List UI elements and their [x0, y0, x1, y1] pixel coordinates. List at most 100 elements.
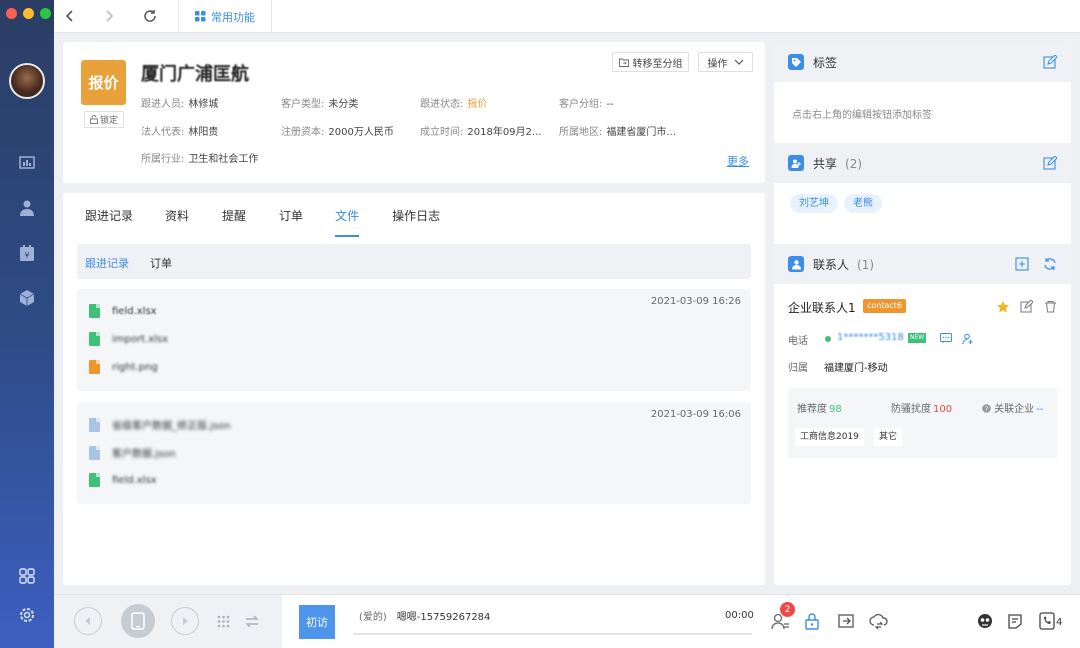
call-control-bar: 初访 (爱的) 嗯嗯-15759267284 00:00 2 4: [54, 594, 1080, 648]
notification-count-badge: 2: [780, 602, 795, 617]
right-side-panel: 标签 点击右上角的编辑按钮添加标签 共享 (2) 刘艺坤 老熊 联系人 (1) 企业…: [774, 42, 1071, 585]
star-favorite-icon[interactable]: [996, 300, 1010, 314]
tags-title: 标签: [813, 55, 838, 70]
share-title-label: 共享: [813, 156, 838, 171]
more-link[interactable]: 更多: [727, 153, 749, 169]
tab-orders[interactable]: 订单: [279, 207, 303, 237]
subtab-orders[interactable]: 订单: [150, 255, 172, 271]
previous-icon: [85, 617, 90, 625]
related-value[interactable]: --: [1036, 404, 1043, 415]
file-group-time: 2021-03-09 16:06: [650, 409, 741, 420]
excel-file-icon: [89, 304, 100, 318]
settings-gear-icon[interactable]: [17, 605, 37, 625]
contact-name[interactable]: 企业联系人1: [788, 299, 856, 316]
tab-profile[interactable]: 资料: [165, 207, 189, 237]
type-value: 未分类: [328, 99, 359, 110]
file-item[interactable]: field.xlsx: [89, 473, 157, 487]
customer-summary-card: 报价 锁定 厦门广浦匡航 跟进人员: 林修城 客户类型: 未分类 跟进状态: 报价 客…: [63, 42, 765, 183]
phone-number[interactable]: 1*******5318: [837, 332, 904, 343]
transfer-icon[interactable]: [244, 614, 260, 629]
edit-share-icon[interactable]: [1043, 155, 1058, 170]
add-contact-icon[interactable]: [1015, 257, 1029, 271]
file-group-1: 2021-03-09 16:26 field.xlsx import.xlsx …: [77, 289, 751, 391]
caller-name-number: 嗯嗯-15759267284: [396, 612, 491, 623]
follow-status-info: 跟进状态: 报价: [420, 95, 487, 110]
tab-common-functions[interactable]: 常用功能: [178, 0, 272, 33]
add-friend-icon[interactable]: [962, 333, 974, 345]
refresh-icon[interactable]: [142, 8, 158, 24]
share-person-tag[interactable]: 刘艺坤: [790, 194, 838, 213]
group-value: --: [606, 99, 614, 110]
follower-info: 跟进人员: 林修城: [141, 95, 218, 110]
edit-contact-icon[interactable]: [1020, 300, 1033, 313]
phone-label: 电话: [788, 336, 808, 347]
detail-tabs: 跟进记录 资料 提醒 订单 文件 操作日志: [85, 207, 440, 237]
image-file-icon: [89, 360, 100, 374]
file-item[interactable]: import.xlsx: [89, 332, 168, 346]
phone-lines-icon[interactable]: [1037, 611, 1057, 631]
file-item[interactable]: 客户数据.json: [89, 445, 176, 460]
robot-assistant-icon[interactable]: [975, 611, 995, 631]
file-name: right.png: [112, 361, 158, 373]
region-value: 福建省厦门市...: [606, 127, 676, 138]
belong-value: 福建厦门-移动: [824, 363, 888, 374]
product-box-icon[interactable]: [17, 288, 37, 308]
file-source-subtabs: 跟进记录 订单: [77, 244, 751, 279]
window-minimize-button[interactable]: [23, 8, 34, 19]
back-arrow-icon[interactable]: [62, 8, 78, 24]
file-name: field.xlsx: [112, 305, 157, 317]
next-call-button[interactable]: [171, 607, 199, 635]
contact-info-tag: 其它: [874, 428, 903, 446]
file-item[interactable]: 省级客户数据_修正版.json: [89, 417, 231, 432]
cloud-sync-icon[interactable]: [869, 611, 889, 631]
dialpad-icon[interactable]: [217, 615, 230, 628]
tab-files[interactable]: 文件: [335, 207, 360, 237]
tab-follow-records[interactable]: 跟进记录: [85, 207, 133, 237]
new-badge: NEW: [908, 333, 927, 343]
harass-label: 防骚扰度: [891, 404, 931, 415]
customer-icon[interactable]: [17, 198, 37, 218]
mobile-phone-icon: [131, 612, 145, 630]
forward-arrow-icon[interactable]: [101, 8, 117, 24]
capital-label: 注册资本:: [281, 127, 325, 138]
recommend-value: 98: [829, 404, 842, 415]
call-record-icon[interactable]: [1005, 611, 1025, 631]
window-close-button[interactable]: [6, 8, 17, 19]
lock-button[interactable]: 锁定: [84, 111, 124, 128]
contact-stats-box: 推荐度 98 防骚扰度 100 ? 关联企业 -- 工商信息2019 其它: [788, 388, 1057, 458]
file-item[interactable]: field.xlsx: [89, 304, 157, 318]
edit-tags-icon[interactable]: [1043, 54, 1058, 69]
message-icon[interactable]: [940, 333, 952, 344]
tab-operation-log[interactable]: 操作日志: [392, 207, 440, 237]
finance-icon[interactable]: ¥: [17, 243, 37, 263]
caller-note: (爱的): [359, 612, 387, 623]
avatar[interactable]: [9, 63, 45, 99]
file-name: import.xlsx: [112, 333, 169, 345]
refresh-contacts-icon[interactable]: [1043, 257, 1057, 271]
dashboard-icon[interactable]: [17, 153, 37, 173]
share-person-tag[interactable]: 老熊: [844, 194, 882, 213]
forward-call-icon[interactable]: [836, 611, 856, 631]
share-count: (2): [845, 156, 863, 171]
excel-file-icon: [89, 473, 100, 487]
first-visit-button[interactable]: 初访: [299, 605, 335, 639]
previous-call-button[interactable]: [74, 607, 102, 635]
subtab-follow-records[interactable]: 跟进记录: [85, 255, 129, 271]
dial-button[interactable]: [121, 604, 155, 638]
tab-reminders[interactable]: 提醒: [222, 207, 246, 237]
established-value: 2018年09月2...: [467, 127, 542, 138]
customer-group-info: 客户分组: --: [559, 95, 614, 110]
window-maximize-button[interactable]: [40, 8, 51, 19]
delete-contact-icon[interactable]: [1044, 300, 1057, 313]
operate-dropdown-button[interactable]: 操作: [698, 52, 753, 72]
lock-icon[interactable]: [802, 611, 822, 631]
json-file-icon: [89, 417, 100, 432]
svg-text:?: ?: [985, 405, 988, 413]
move-to-group-button[interactable]: 转移至分组: [612, 52, 689, 72]
file-name: 省级客户数据_修正版.json: [112, 421, 231, 432]
file-item[interactable]: right.png: [89, 360, 158, 374]
apps-grid-icon[interactable]: [17, 566, 37, 586]
left-sidebar: ¥: [0, 0, 54, 648]
next-icon: [183, 617, 188, 625]
json-file-icon: [89, 445, 100, 460]
